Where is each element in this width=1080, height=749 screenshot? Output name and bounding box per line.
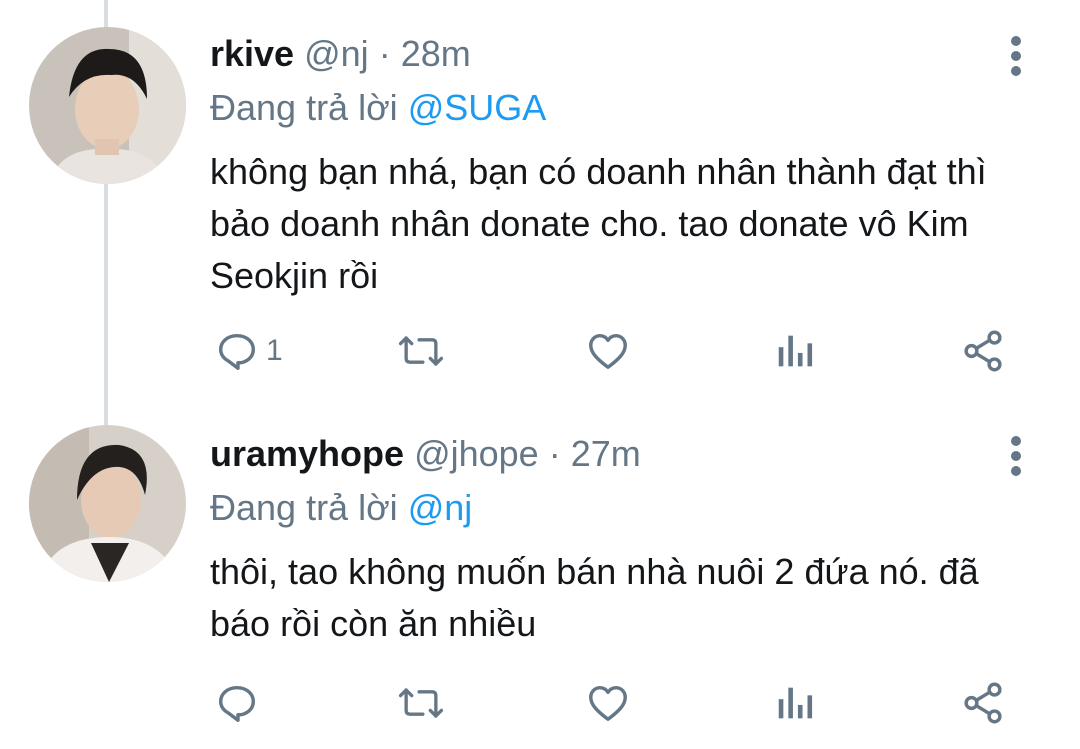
- retweet-icon: [398, 336, 444, 366]
- share-icon: [964, 330, 1002, 372]
- tweet-header: uramyhope @jhope · 27m: [210, 432, 641, 476]
- user-handle[interactable]: @nj: [304, 33, 369, 74]
- tweet[interactable]: uramyhope @jhope · 27m Đang trả lời @nj …: [0, 410, 1080, 749]
- retweet-button[interactable]: [395, 326, 447, 376]
- retweet-icon: [398, 688, 444, 718]
- action-bar: 1: [210, 326, 1030, 376]
- timestamp[interactable]: 27m: [571, 433, 641, 474]
- replying-prefix: Đang trả lời: [210, 487, 398, 528]
- share-icon: [964, 682, 1002, 724]
- reply-icon: [218, 685, 256, 722]
- analytics-button[interactable]: [776, 326, 816, 376]
- reply-button[interactable]: 1: [214, 326, 283, 376]
- like-icon: [589, 685, 627, 722]
- mention-link[interactable]: @nj: [408, 487, 473, 528]
- tweet-text: không bạn nhá, bạn có doanh nhân thành đ…: [210, 151, 987, 296]
- tweet-header: rkive @nj · 28m: [210, 32, 471, 76]
- mention-link[interactable]: @SUGA: [408, 87, 547, 128]
- like-icon: [589, 333, 627, 370]
- share-button[interactable]: [960, 678, 1006, 728]
- display-name[interactable]: rkive: [210, 33, 294, 74]
- separator: ·: [378, 33, 391, 74]
- tweet-text: thôi, tao không muốn bán nhà nuôi 2 đứa …: [210, 551, 979, 644]
- reply-icon: [218, 333, 256, 370]
- reply-button[interactable]: [214, 678, 266, 728]
- action-bar: [210, 678, 1030, 728]
- more-icon[interactable]: [1006, 434, 1028, 478]
- analytics-icon: [778, 335, 813, 367]
- replying-to: Đang trả lời @nj: [210, 486, 472, 530]
- analytics-button[interactable]: [776, 678, 816, 728]
- retweet-button[interactable]: [395, 678, 447, 728]
- user-handle[interactable]: @jhope: [414, 433, 539, 474]
- replying-prefix: Đang trả lời: [210, 87, 398, 128]
- reply-count: 1: [266, 334, 283, 367]
- like-button[interactable]: [584, 326, 632, 376]
- tweet[interactable]: rkive @nj · 28m Đang trả lời @SUGA không…: [0, 0, 1080, 410]
- share-button[interactable]: [960, 326, 1006, 376]
- avatar[interactable]: [29, 27, 186, 184]
- analytics-icon: [778, 687, 813, 719]
- avatar[interactable]: [29, 425, 186, 582]
- timestamp[interactable]: 28m: [401, 33, 471, 74]
- display-name[interactable]: uramyhope: [210, 433, 404, 474]
- replying-to: Đang trả lời @SUGA: [210, 86, 546, 130]
- like-button[interactable]: [584, 678, 632, 728]
- more-icon[interactable]: [1006, 34, 1028, 78]
- separator: ·: [548, 433, 561, 474]
